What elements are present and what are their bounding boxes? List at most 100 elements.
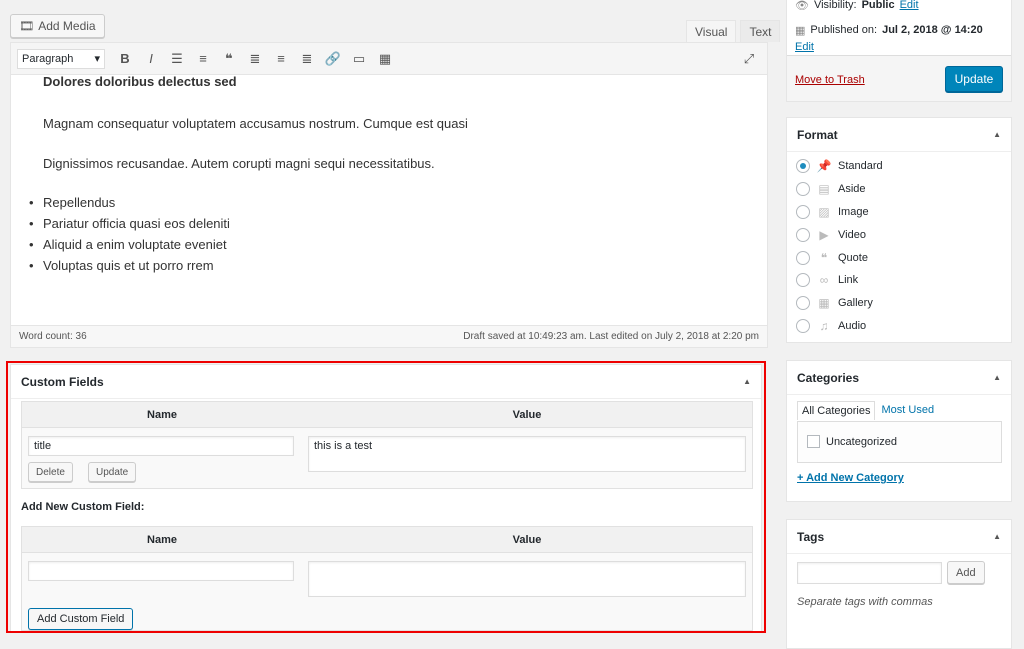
bold-icon[interactable]: B xyxy=(113,47,137,71)
format-header[interactable]: Format ▲ xyxy=(787,118,1011,152)
category-tabs: All Categories Most Used xyxy=(797,401,940,420)
align-center-icon[interactable]: ≡ xyxy=(269,47,293,71)
pin-icon: 📌 xyxy=(816,159,832,174)
list-item: Voluptas quis et ut porro rrem xyxy=(29,255,735,276)
content-paragraph: Magnam consequatur voluptatem accusamus … xyxy=(43,116,468,131)
add-new-category-link[interactable]: + Add New Category xyxy=(797,472,904,484)
format-option-label: Video xyxy=(838,228,866,241)
radio[interactable] xyxy=(796,227,810,242)
format-option-audio[interactable]: ♫ Audio xyxy=(787,315,1011,338)
published-edit-link[interactable]: Edit xyxy=(795,41,814,53)
tags-header[interactable]: Tags ▲ xyxy=(787,520,1011,554)
link-icon[interactable]: 🔗 xyxy=(321,47,345,71)
tags-title: Tags xyxy=(797,529,825,544)
list-item: Aliquid a enim voluptate eveniet xyxy=(29,234,735,255)
format-option-quote[interactable]: ❝ Quote xyxy=(787,246,1011,269)
format-select[interactable]: Paragraph ▾ xyxy=(17,48,105,69)
image-icon: ▨ xyxy=(818,204,830,219)
publish-box: 👁 Visibility: Public Edit ▦ Published on… xyxy=(786,0,1012,102)
video-icon: ▶ xyxy=(819,227,829,242)
tags-help-text: Separate tags with commas xyxy=(797,596,933,608)
radio[interactable] xyxy=(796,204,810,219)
content-heading: Dolores doloribus delectus sed xyxy=(43,75,237,89)
tag-input[interactable] xyxy=(797,562,942,584)
format-option-label: Aside xyxy=(838,183,866,196)
visibility-row: 👁 Visibility: Public Edit xyxy=(795,0,919,12)
radio[interactable] xyxy=(796,250,810,265)
category-label: Uncategorized xyxy=(826,435,897,448)
format-box: Format ▲ 📌 Standard ▤ Aside ▨ Image ▶ Video … xyxy=(786,117,1012,343)
format-option-label: Audio xyxy=(838,319,867,332)
publish-actions: Move to Trash Update xyxy=(787,55,1011,101)
format-options: 📌 Standard ▤ Aside ▨ Image ▶ Video ❝ Quote ∞ L… xyxy=(787,152,1011,337)
categories-header[interactable]: Categories ▲ xyxy=(787,361,1011,395)
tab-text[interactable]: Text xyxy=(740,20,781,42)
fullscreen-icon[interactable]: ⤢ xyxy=(737,47,761,71)
read-more-icon[interactable]: ▭ xyxy=(347,47,371,71)
format-option-label: Quote xyxy=(838,251,868,264)
format-option-label: Link xyxy=(838,274,859,287)
draft-status: Draft saved at 10:49:23 am. Last edited … xyxy=(463,331,759,342)
radio[interactable] xyxy=(796,318,810,333)
category-list: Uncategorized xyxy=(797,421,1002,463)
tags-box: Tags ▲ Add Separate tags with commas xyxy=(786,519,1012,649)
add-tag-button[interactable]: Add xyxy=(947,561,985,584)
move-to-trash-link[interactable]: Move to Trash xyxy=(795,74,865,86)
format-option-label: Standard xyxy=(838,160,883,173)
published-label: Published on: xyxy=(810,24,878,36)
format-option-video[interactable]: ▶ Video xyxy=(787,223,1011,246)
format-option-label: Gallery xyxy=(838,297,873,310)
collapse-arrow-icon[interactable]: ▲ xyxy=(993,130,1001,139)
align-right-icon[interactable]: ≣ xyxy=(295,47,319,71)
numbered-list-icon[interactable]: ≡ xyxy=(191,47,215,71)
format-option-aside[interactable]: ▤ Aside xyxy=(787,178,1011,201)
collapse-arrow-icon[interactable]: ▲ xyxy=(993,532,1001,541)
format-option-image[interactable]: ▨ Image xyxy=(787,201,1011,224)
categories-title: Categories xyxy=(797,370,860,385)
quote-icon: ❝ xyxy=(820,250,828,265)
visibility-edit-link[interactable]: Edit xyxy=(900,0,919,12)
editor-content[interactable]: Dolores doloribus delectus sed Magnam co… xyxy=(11,75,767,315)
aside-icon: ▤ xyxy=(818,182,830,197)
list-item[interactable]: Uncategorized xyxy=(798,422,1001,461)
visibility-value: Public xyxy=(861,0,895,11)
highlight-frame xyxy=(6,361,766,633)
format-option-gallery[interactable]: ▦ Gallery xyxy=(787,292,1011,315)
published-value: Jul 2, 2018 @ 14:20 xyxy=(882,24,983,36)
published-row: ▦ Published on: Jul 2, 2018 @ 14:20 xyxy=(795,24,983,37)
bullet-list-icon[interactable]: ☰ xyxy=(165,47,189,71)
tab-all-categories[interactable]: All Categories xyxy=(797,401,876,420)
radio-checked[interactable] xyxy=(796,159,810,174)
post-editor: Paragraph ▾ B I ☰ ≡ ❝ ≣ ≡ ≣ 🔗 ▭ ▦ ⤢ Dolo… xyxy=(10,42,768,348)
italic-icon[interactable]: I xyxy=(139,47,163,71)
format-title: Format xyxy=(797,127,838,142)
add-media-label: Add Media xyxy=(38,19,96,33)
toolbar-toggle-icon[interactable]: ▦ xyxy=(373,47,397,71)
link-icon: ∞ xyxy=(819,273,829,288)
radio[interactable] xyxy=(796,296,810,311)
blockquote-icon[interactable]: ❝ xyxy=(217,47,241,71)
align-left-icon[interactable]: ≣ xyxy=(243,47,267,71)
tab-most-used[interactable]: Most Used xyxy=(875,401,940,420)
media-icon: 🎞 xyxy=(19,19,35,33)
collapse-arrow-icon[interactable]: ▲ xyxy=(993,373,1001,382)
tab-visual[interactable]: Visual xyxy=(686,20,737,42)
format-option-link[interactable]: ∞ Link xyxy=(787,269,1011,292)
editor-statusbar: Word count: 36 Draft saved at 10:49:23 a… xyxy=(11,325,767,347)
gallery-icon: ▦ xyxy=(818,296,830,311)
content-list: Repellendus Pariatur officia quasi eos d… xyxy=(29,192,735,276)
add-media-button[interactable]: 🎞 Add Media xyxy=(10,14,105,38)
editor-toolbar: Paragraph ▾ B I ☰ ≡ ❝ ≣ ≡ ≣ 🔗 ▭ ▦ ⤢ xyxy=(11,43,767,75)
format-option-standard[interactable]: 📌 Standard xyxy=(787,155,1011,178)
calendar-icon: ▦ xyxy=(795,25,806,37)
chevron-down-icon: ▾ xyxy=(94,52,100,65)
update-button[interactable]: Update xyxy=(945,66,1003,92)
checkbox[interactable] xyxy=(807,435,820,448)
list-item: Pariatur officia quasi eos deleniti xyxy=(29,213,735,234)
radio[interactable] xyxy=(796,273,810,288)
word-count: Word count: 36 xyxy=(19,331,87,342)
radio[interactable] xyxy=(796,182,810,197)
visibility-label: Visibility: xyxy=(813,0,857,11)
format-option-label: Image xyxy=(838,205,869,218)
format-select-value: Paragraph xyxy=(22,52,74,65)
